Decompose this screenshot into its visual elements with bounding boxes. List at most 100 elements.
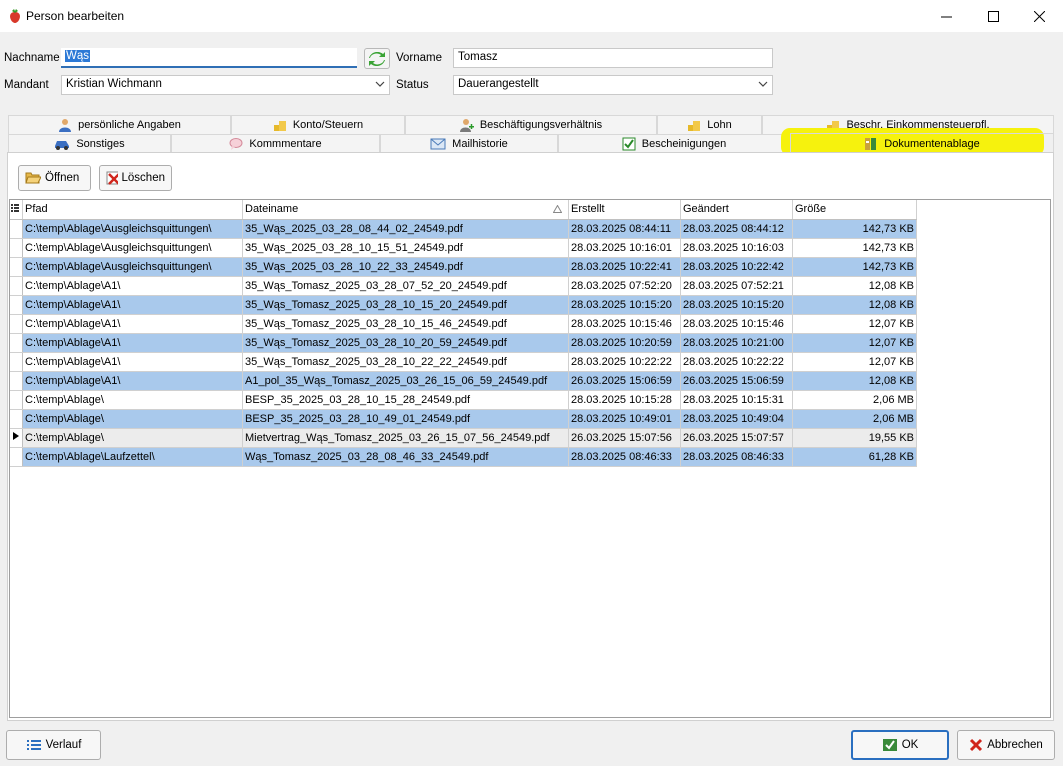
close-button[interactable] [1016,0,1062,32]
minimize-button[interactable] [923,0,969,32]
tab-lohn[interactable]: Lohn [657,115,762,134]
cell-geaendert[interactable]: 28.03.2025 10:15:31 [680,390,793,410]
column-header-erstellt[interactable]: Erstellt [568,200,681,220]
cell-geaendert[interactable]: 28.03.2025 08:44:12 [680,219,793,239]
row-indicator[interactable] [10,352,23,372]
cell-groesse[interactable]: 142,73 KB [792,219,917,239]
cell-groesse[interactable]: 142,73 KB [792,238,917,258]
cell-groesse[interactable]: 12,07 KB [792,314,917,334]
table-row[interactable]: C:\temp\Ablage\Laufzettel\ Wąs_Tomasz_202… [10,447,917,467]
refresh-button[interactable] [364,48,390,69]
cell-pfad[interactable]: C:\temp\Ablage\Ausgleichsquittungen\ [22,219,243,239]
cell-pfad[interactable]: C:\temp\Ablage\Ausgleichsquittungen\ [22,257,243,277]
tab-dokumentenablage[interactable]: Dokumentenablage [790,133,1054,154]
table-row[interactable]: C:\temp\Ablage\ BESP_35_2025_03_28_10_15_… [10,390,917,410]
cell-erstellt[interactable]: 28.03.2025 10:22:22 [568,352,681,372]
tab-sonstiges[interactable]: Sonstiges [8,134,171,153]
cell-geaendert[interactable]: 28.03.2025 08:46:33 [680,447,793,467]
row-indicator[interactable] [10,333,23,353]
cell-dateiname[interactable]: 35_Wąs_Tomasz_2025_03_28_07_52_20_24549.… [242,276,569,296]
tab-mailhistorie[interactable]: Mailhistorie [380,134,558,153]
tab-bescheinigungen[interactable]: Bescheinigungen [558,134,790,153]
cell-erstellt[interactable]: 28.03.2025 10:16:01 [568,238,681,258]
row-indicator[interactable] [10,447,23,467]
nachname-input[interactable]: Wąs [61,48,357,68]
cell-groesse[interactable]: 12,08 KB [792,295,917,315]
cell-erstellt[interactable]: 28.03.2025 10:15:46 [568,314,681,334]
cell-dateiname[interactable]: A1_pol_35_Wąs_Tomasz_2025_03_26_15_06_59… [242,371,569,391]
cell-dateiname[interactable]: 35_Wąs_Tomasz_2025_03_28_10_20_59_24549.… [242,333,569,353]
cell-groesse[interactable]: 2,06 MB [792,390,917,410]
cell-erstellt[interactable]: 28.03.2025 10:20:59 [568,333,681,353]
cell-pfad[interactable]: C:\temp\Ablage\Laufzettel\ [22,447,243,467]
cell-groesse[interactable]: 142,73 KB [792,257,917,277]
column-header-groesse[interactable]: Größe [792,200,917,220]
cell-pfad[interactable]: C:\temp\Ablage\A1\ [22,314,243,334]
cell-dateiname[interactable]: 35_Wąs_2025_03_28_08_44_02_24549.pdf [242,219,569,239]
row-indicator[interactable] [10,276,23,296]
table-row[interactable]: C:\temp\Ablage\A1\ 35_Wąs_Tomasz_2025_03_… [10,295,917,315]
cell-erstellt[interactable]: 28.03.2025 10:15:28 [568,390,681,410]
cell-pfad[interactable]: C:\temp\Ablage\ [22,428,243,448]
cell-pfad[interactable]: C:\temp\Ablage\A1\ [22,352,243,372]
mandant-select[interactable]: Kristian Wichmann [61,75,390,95]
table-row[interactable]: C:\temp\Ablage\A1\ 35_Wąs_Tomasz_2025_03_… [10,352,917,372]
table-row[interactable]: C:\temp\Ablage\A1\ 35_Wąs_Tomasz_2025_03_… [10,333,917,353]
cell-geaendert[interactable]: 28.03.2025 10:15:46 [680,314,793,334]
cell-pfad[interactable]: C:\temp\Ablage\A1\ [22,371,243,391]
table-row[interactable]: C:\temp\Ablage\A1\ 35_Wąs_Tomasz_2025_03_… [10,314,917,334]
cell-groesse[interactable]: 61,28 KB [792,447,917,467]
cell-pfad[interactable]: C:\temp\Ablage\A1\ [22,333,243,353]
cell-groesse[interactable]: 12,07 KB [792,352,917,372]
tab-konto-steuern[interactable]: Konto/Steuern [231,115,405,134]
row-indicator[interactable] [10,314,23,334]
row-indicator[interactable] [10,409,23,429]
table-row[interactable]: C:\temp\Ablage\Ausgleichsquittungen\ 35_W… [10,238,917,258]
cell-groesse[interactable]: 12,08 KB [792,276,917,296]
table-row[interactable]: C:\temp\Ablage\ Mietvertrag_Wąs_Tomasz_20… [10,428,917,448]
cell-dateiname[interactable]: BESP_35_2025_03_28_10_15_28_24549.pdf [242,390,569,410]
cell-groesse[interactable]: 2,06 MB [792,409,917,429]
cell-geaendert[interactable]: 28.03.2025 10:15:20 [680,295,793,315]
cell-groesse[interactable]: 12,07 KB [792,333,917,353]
cell-dateiname[interactable]: 35_Wąs_Tomasz_2025_03_28_10_15_46_24549.… [242,314,569,334]
cell-geaendert[interactable]: 26.03.2025 15:06:59 [680,371,793,391]
row-indicator[interactable] [10,257,23,277]
cell-dateiname[interactable]: BESP_35_2025_03_28_10_49_01_24549.pdf [242,409,569,429]
cell-dateiname[interactable]: 35_Wąs_Tomasz_2025_03_28_10_22_22_24549.… [242,352,569,372]
vorname-input[interactable]: Tomasz [453,48,773,68]
cell-geaendert[interactable]: 28.03.2025 10:22:22 [680,352,793,372]
cancel-button[interactable]: Abbrechen [957,730,1055,760]
cell-groesse[interactable]: 19,55 KB [792,428,917,448]
cell-geaendert[interactable]: 26.03.2025 15:07:57 [680,428,793,448]
cell-pfad[interactable]: C:\temp\Ablage\ [22,390,243,410]
tab-beschaeftigungsverhaeltnis[interactable]: Beschäftigungsverhältnis [405,115,657,134]
maximize-button[interactable] [970,0,1016,32]
table-row[interactable]: C:\temp\Ablage\A1\ 35_Wąs_Tomasz_2025_03_… [10,276,917,296]
cell-pfad[interactable]: C:\temp\Ablage\A1\ [22,276,243,296]
cell-erstellt[interactable]: 28.03.2025 08:46:33 [568,447,681,467]
table-row[interactable]: C:\temp\Ablage\Ausgleichsquittungen\ 35_W… [10,257,917,277]
document-grid[interactable]: Pfad Dateiname Erstellt Geändert Größe C… [9,199,1051,718]
status-select[interactable]: Dauerangestellt [453,75,773,95]
cell-geaendert[interactable]: 28.03.2025 10:49:04 [680,409,793,429]
column-header-pfad[interactable]: Pfad [22,200,243,220]
open-button[interactable]: Öffnen [18,165,91,191]
cell-pfad[interactable]: C:\temp\Ablage\A1\ [22,295,243,315]
cell-groesse[interactable]: 12,08 KB [792,371,917,391]
cell-pfad[interactable]: C:\temp\Ablage\Ausgleichsquittungen\ [22,238,243,258]
row-indicator[interactable] [10,390,23,410]
row-indicator[interactable] [10,238,23,258]
cell-geaendert[interactable]: 28.03.2025 07:52:21 [680,276,793,296]
column-header-dateiname[interactable]: Dateiname [242,200,569,220]
cell-geaendert[interactable]: 28.03.2025 10:22:42 [680,257,793,277]
delete-button[interactable]: Löschen [99,165,172,191]
cell-erstellt[interactable]: 26.03.2025 15:06:59 [568,371,681,391]
cell-dateiname[interactable]: 35_Wąs_Tomasz_2025_03_28_10_15_20_24549.… [242,295,569,315]
row-indicator[interactable] [10,219,23,239]
tab-persoenliche-angaben[interactable]: persönliche Angaben [8,115,231,134]
row-indicator[interactable] [10,428,23,448]
cell-dateiname[interactable]: Mietvertrag_Wąs_Tomasz_2025_03_26_15_07_… [242,428,569,448]
cell-erstellt[interactable]: 28.03.2025 08:44:11 [568,219,681,239]
cell-erstellt[interactable]: 28.03.2025 10:15:20 [568,295,681,315]
